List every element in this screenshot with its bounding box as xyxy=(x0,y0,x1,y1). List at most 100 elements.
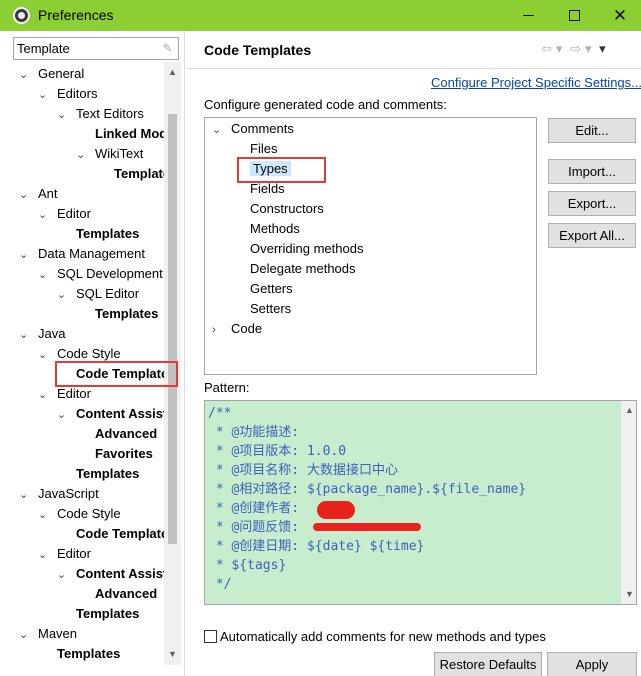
minimize-button[interactable] xyxy=(505,0,551,31)
template-item[interactable]: Delegate methods xyxy=(231,259,356,279)
expand-chevron-icon[interactable]: ⌄ xyxy=(212,120,231,140)
scroll-down-icon[interactable]: ▼ xyxy=(621,586,636,603)
tree-item[interactable]: ⌄ Data Management xyxy=(19,244,145,264)
tree-item-label: Code Style xyxy=(57,346,121,361)
maximize-button[interactable] xyxy=(551,0,597,31)
configure-project-settings-link[interactable]: Configure Project Specific Settings... xyxy=(431,75,641,90)
expand-chevron-icon[interactable]: ⌄ xyxy=(38,205,57,225)
expand-chevron-icon[interactable]: ⌄ xyxy=(57,105,76,125)
tree-item[interactable]: ⌄ General xyxy=(19,64,84,84)
tree-item[interactable]: ⌄ WikiText xyxy=(76,144,143,164)
tree-item[interactable]: ⌄ Editor xyxy=(38,544,91,564)
history-nav: ⇦ ▾ ⇨ ▾ ▾ xyxy=(541,41,610,57)
expand-chevron-icon[interactable]: ⌄ xyxy=(57,405,76,425)
tree-item[interactable]: ⌄ Editors xyxy=(38,84,97,104)
expand-chevron-icon[interactable]: ⌄ xyxy=(38,385,57,405)
header-divider xyxy=(186,68,641,69)
tree-item[interactable]: Advanced xyxy=(76,584,157,604)
template-item[interactable]: Getters xyxy=(231,279,293,299)
expand-chevron-icon[interactable]: ⌄ xyxy=(76,145,95,165)
scroll-up-icon[interactable]: ▲ xyxy=(164,64,181,81)
export-all-button[interactable]: Export All... xyxy=(548,223,636,248)
close-button[interactable]: ✕ xyxy=(597,0,641,31)
tree-item-label: Content Assist xyxy=(76,566,164,581)
pattern-scrollbar[interactable]: ▲ ▼ xyxy=(621,401,636,604)
template-item-label: Methods xyxy=(250,221,300,236)
filter-input[interactable] xyxy=(14,38,154,59)
apply-button[interactable]: Apply xyxy=(547,652,637,676)
template-item[interactable]: Constructors xyxy=(231,199,324,219)
pattern-line: * @项目名称: 大数据接口中心 xyxy=(208,463,398,478)
auto-comments-option[interactable]: Automatically add comments for new metho… xyxy=(204,629,546,644)
auto-comments-checkbox[interactable] xyxy=(204,630,217,643)
tree-item[interactable]: Advanced xyxy=(76,424,157,444)
tree-item[interactable]: ⌄ SQL Editor xyxy=(57,284,139,304)
template-item[interactable]: Overriding methods xyxy=(231,239,363,259)
filter-field[interactable]: ✎ xyxy=(13,37,179,60)
scroll-up-icon[interactable]: ▲ xyxy=(621,402,636,419)
code-templates-highlight-box xyxy=(55,361,178,387)
tree-item[interactable]: ⌄ Editor xyxy=(38,384,91,404)
tree-item-label: Editor xyxy=(57,206,91,221)
template-item[interactable]: Files xyxy=(231,139,277,159)
clear-filter-icon[interactable]: ✎ xyxy=(160,41,175,56)
tree-item[interactable]: Templates xyxy=(57,464,139,484)
scroll-down-icon[interactable]: ▼ xyxy=(164,646,181,663)
expand-chevron-icon[interactable]: ⌄ xyxy=(19,625,38,645)
expand-chevron-icon[interactable]: ⌄ xyxy=(19,65,38,85)
maximize-icon xyxy=(568,10,580,21)
tree-item-label: Templates xyxy=(114,166,164,181)
tree-item[interactable]: Templates xyxy=(57,604,139,624)
view-menu-icon[interactable]: ▾ xyxy=(599,41,606,57)
template-item[interactable]: Setters xyxy=(231,299,291,319)
tree-item[interactable]: ⌄ Maven xyxy=(19,624,77,644)
restore-defaults-button[interactable]: Restore Defaults xyxy=(434,652,542,676)
tree-item[interactable]: ⌄ Editor xyxy=(38,204,91,224)
tree-item[interactable]: Templates xyxy=(57,224,139,244)
expand-chevron-icon[interactable]: › xyxy=(212,320,231,340)
expand-chevron-icon[interactable]: ⌄ xyxy=(57,285,76,305)
expand-chevron-icon[interactable]: ⌄ xyxy=(38,505,57,525)
tree-item-label: Editors xyxy=(57,86,98,101)
expand-chevron-icon[interactable]: ⌄ xyxy=(38,265,57,285)
expand-chevron-icon[interactable]: ⌄ xyxy=(19,325,38,345)
expand-chevron-icon[interactable]: ⌄ xyxy=(38,85,57,105)
template-item[interactable]: › Code xyxy=(212,319,262,339)
tree-item[interactable]: ⌄ Ant xyxy=(19,184,58,204)
tree-item[interactable]: ⌄ Content Assist xyxy=(57,564,164,584)
tree-item[interactable]: ⌄ Text Editors xyxy=(57,104,144,124)
expand-chevron-icon[interactable]: ⌄ xyxy=(19,245,38,265)
expand-chevron-icon[interactable]: ⌄ xyxy=(19,185,38,205)
tree-item[interactable]: Linked Mode xyxy=(76,124,164,144)
templates-tree[interactable]: ⌄ Comments Files Types Fields Constructors Met… xyxy=(204,117,537,375)
back-dropdown-icon[interactable]: ▾ xyxy=(556,41,563,57)
import-button[interactable]: Import... xyxy=(548,159,636,184)
scroll-thumb[interactable] xyxy=(168,114,177,544)
pattern-line: * @项目版本: 1.0.0 xyxy=(208,444,347,459)
tree-item[interactable]: Templates xyxy=(38,644,120,664)
template-item[interactable]: Methods xyxy=(231,219,300,239)
tree-item[interactable]: Code Templates xyxy=(57,524,164,544)
tree-item[interactable]: Favorites xyxy=(76,444,153,464)
tree-item[interactable]: ⌄ Java xyxy=(19,324,65,344)
back-arrow-icon[interactable]: ⇦ xyxy=(541,41,552,57)
pattern-text[interactable]: /** * @功能描述: * @项目版本: 1.0.0 * @项目名称: 大数据… xyxy=(208,404,526,594)
forward-dropdown-icon[interactable]: ▾ xyxy=(585,41,592,57)
template-item[interactable]: ⌄ Comments xyxy=(212,119,294,139)
tree-item[interactable]: Templates xyxy=(76,304,158,324)
tree-item-label: Advanced xyxy=(95,586,158,601)
export-button[interactable]: Export... xyxy=(548,191,636,216)
pattern-editor[interactable]: /** * @功能描述: * @项目版本: 1.0.0 * @项目名称: 大数据… xyxy=(204,400,637,605)
expand-chevron-icon[interactable]: ⌄ xyxy=(38,545,57,565)
expand-chevron-icon[interactable]: ⌄ xyxy=(57,565,76,585)
tree-item[interactable]: ⌄ JavaScript xyxy=(19,484,99,504)
tree-item[interactable]: ⌄ Code Style xyxy=(38,504,121,524)
expand-chevron-icon[interactable]: ⌄ xyxy=(19,485,38,505)
tree-item[interactable]: ⌄ Content Assist xyxy=(57,404,164,424)
forward-arrow-icon[interactable]: ⇨ xyxy=(570,41,581,57)
tree-item[interactable]: Templates xyxy=(95,164,164,184)
tree-item[interactable]: ⌄ SQL Development xyxy=(38,264,163,284)
edit-button[interactable]: Edit... xyxy=(548,118,636,143)
tree-item-label: JavaScript xyxy=(38,486,99,501)
template-item-label: Delegate methods xyxy=(250,261,356,276)
